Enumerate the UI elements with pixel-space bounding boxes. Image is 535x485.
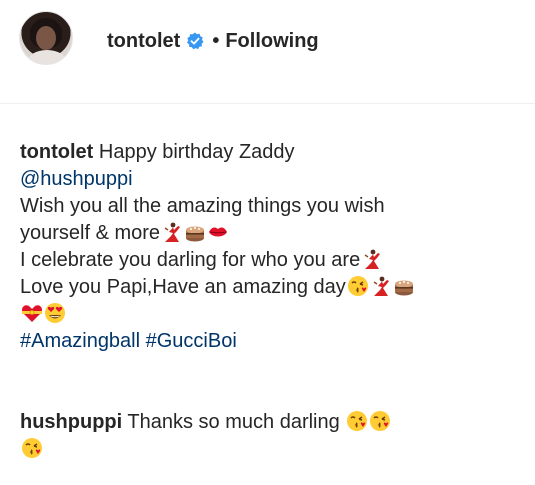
caption-line-5: I celebrate you darling for who you are	[20, 247, 520, 274]
cake-emoji	[184, 221, 206, 243]
cake-emoji	[393, 275, 415, 297]
caption-line-6: Love you Papi,Have an amazing day	[20, 274, 520, 301]
dancer-emoji	[161, 221, 183, 243]
reply-line-2	[20, 436, 520, 463]
face-blowing-kiss-emoji	[21, 437, 43, 459]
caption-text-5: I celebrate you darling for who you are	[20, 249, 361, 271]
verified-badge-icon	[186, 32, 204, 50]
reply-line-1: hushpuppi Thanks so much darling	[20, 409, 520, 436]
kiss-lips-emoji	[207, 221, 229, 243]
avatar-body	[28, 50, 66, 64]
caption-line-7	[20, 301, 520, 328]
caption-text-1: Happy birthday Zaddy	[98, 141, 295, 163]
face-blowing-kiss-emoji	[347, 275, 369, 297]
username-row: tontolet • Following	[107, 28, 319, 54]
face-blowing-kiss-emoji	[369, 410, 391, 432]
header-username[interactable]: tontolet	[107, 30, 180, 53]
mention-link[interactable]: @hushpuppi	[20, 166, 520, 193]
caption-line-3: Wish you all the amazing things you wish	[20, 195, 385, 217]
reply-comment: hushpuppi Thanks so much darling	[20, 409, 520, 463]
avatar[interactable]	[19, 11, 73, 65]
caption-text-4: yourself & more	[20, 222, 161, 244]
caption-text-6: Love you Papi,Have an amazing day	[20, 276, 346, 298]
header-divider	[0, 103, 535, 104]
caption-username[interactable]: tontolet	[20, 141, 93, 163]
reply-username[interactable]: hushpuppi	[20, 411, 122, 433]
caption-line-1: tontolet Happy birthday Zaddy	[20, 139, 520, 166]
following-button[interactable]: Following	[225, 30, 318, 53]
avatar-face	[36, 26, 56, 50]
dancer-emoji	[361, 248, 383, 270]
dancer-emoji	[370, 275, 392, 297]
face-blowing-kiss-emoji	[346, 410, 368, 432]
hashtags-link[interactable]: #Amazingball #GucciBoi	[20, 328, 520, 355]
post-header: tontolet • Following	[0, 0, 535, 80]
heart-eyes-emoji	[44, 302, 66, 324]
heart-with-ribbon-emoji	[21, 302, 43, 324]
separator-dot: •	[212, 29, 220, 52]
reply-text: Thanks so much darling	[127, 411, 340, 433]
caption-line-4: yourself & more	[20, 220, 520, 247]
caption-comment: tontolet Happy birthday Zaddy @hushpuppi…	[20, 139, 520, 355]
